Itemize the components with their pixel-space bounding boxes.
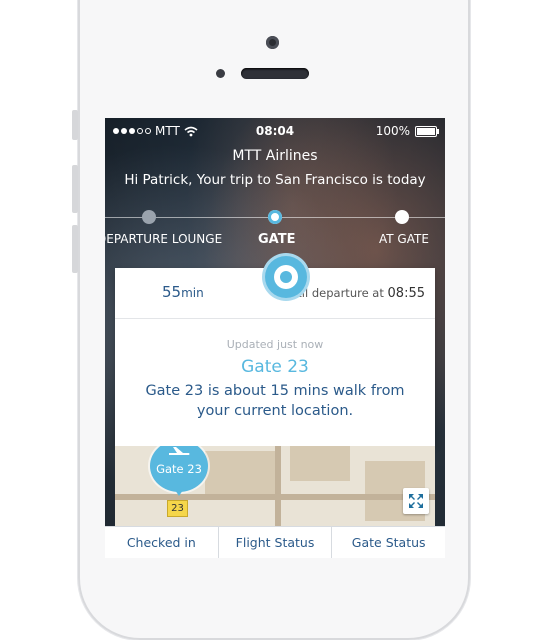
battery-percent: 100%: [375, 124, 410, 138]
logo-inner: [274, 265, 298, 289]
proximity-sensor: [216, 69, 225, 78]
map-building: [205, 451, 275, 496]
app-screen: MTT 08:04 100% MTT Airlines Hi Patrick, …: [105, 118, 445, 558]
step-label-at-gate[interactable]: AT GATE: [379, 232, 429, 246]
volume-up-button: [72, 165, 78, 213]
volume-down-button: [72, 225, 78, 273]
step-label-departure-lounge[interactable]: DEPARTURE LOUNGE: [105, 232, 222, 246]
gate-info-card: 55min Until departure at 08:55 Updated j…: [115, 256, 435, 446]
step-dot-gate[interactable]: [268, 210, 282, 224]
gate-pin[interactable]: Gate 23: [150, 446, 208, 496]
gate-number-chip: 23: [167, 500, 188, 517]
greeting-text: Hi Patrick, Your trip to San Francisco i…: [124, 172, 426, 188]
map-building: [290, 446, 350, 481]
earpiece-speaker: [241, 68, 309, 79]
airline-logo: [265, 256, 307, 298]
airline-name: MTT Airlines: [232, 148, 318, 164]
expand-icon: [409, 494, 423, 508]
battery-icon: [415, 125, 439, 137]
tab-checked-in[interactable]: Checked in: [105, 527, 219, 558]
plane-icon: [169, 447, 190, 455]
step-dot-departure-lounge[interactable]: [142, 210, 156, 224]
tab-flight-status[interactable]: Flight Status: [219, 527, 333, 558]
minutes-value: 55: [162, 283, 182, 301]
tab-gate-status[interactable]: Gate Status: [332, 527, 445, 558]
front-camera: [266, 36, 279, 49]
departure-time: 08:55: [387, 286, 425, 301]
bottom-tab-bar: Checked in Flight Status Gate Status: [105, 526, 445, 558]
step-label-gate[interactable]: GATE: [258, 232, 295, 247]
gate-description: Gate 23 is about 15 mins walk from your …: [145, 383, 405, 419]
step-dot-at-gate[interactable]: [395, 210, 409, 224]
map-view[interactable]: Gate 23 23: [115, 446, 435, 526]
status-right: 100%: [375, 124, 439, 138]
minutes-unit: min: [181, 286, 204, 300]
mute-switch: [72, 110, 78, 140]
expand-map-button[interactable]: [403, 488, 429, 514]
minutes-remaining: 55min: [162, 283, 204, 301]
status-bar: MTT 08:04 100%: [105, 124, 445, 140]
pin-label: Gate 23: [156, 462, 202, 476]
updated-text: Updated just now: [226, 338, 324, 351]
map-road: [275, 446, 281, 526]
gate-title: Gate 23: [241, 357, 309, 377]
